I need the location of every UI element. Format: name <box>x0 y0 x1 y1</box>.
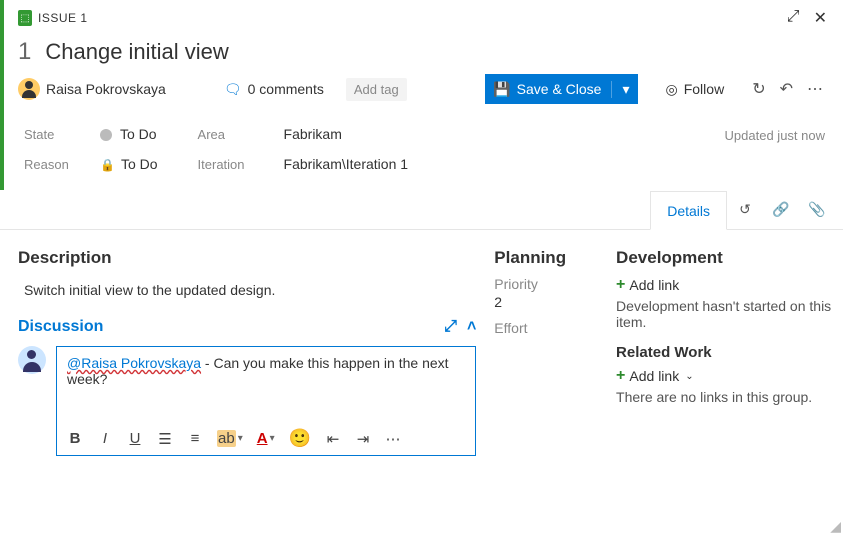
chevron-down-icon[interactable]: ▾ <box>611 81 629 98</box>
development-helper: Development hasn't started on this item. <box>616 298 833 330</box>
right-column: Development + Add link Development hasn'… <box>616 248 833 456</box>
comments-link[interactable]: 🗨 0 comments <box>224 81 324 98</box>
outdent-button[interactable]: ⇤ <box>325 430 341 448</box>
tab-attachments[interactable]: 📎 <box>799 190 835 229</box>
plus-icon: + <box>616 276 625 294</box>
follow-button[interactable]: ◎ Follow <box>656 81 735 98</box>
font-color-button[interactable]: A▾ <box>257 430 275 447</box>
follow-label: Follow <box>684 81 724 97</box>
left-column: Description Switch initial view to the u… <box>18 248 476 456</box>
reason-value[interactable]: 🔒To Do <box>100 156 158 172</box>
expand-discussion-icon[interactable]: ⤢ <box>444 318 457 336</box>
plus-icon: + <box>616 367 625 385</box>
numbered-list-button[interactable]: ≡ <box>187 430 203 447</box>
state-label: State <box>24 127 84 142</box>
issue-number: 1 <box>18 38 31 66</box>
close-icon[interactable]: ✕ <box>814 8 827 28</box>
refresh-icon[interactable]: ↻ <box>752 79 765 99</box>
header: ⬚ ISSUE 1 ⤢ ✕ 1 Change initial view Rais… <box>0 0 843 114</box>
discussion-heading: Discussion ⤢ ˄ <box>18 318 476 336</box>
avatar <box>18 78 40 100</box>
tab-history[interactable]: ↺ <box>727 190 763 229</box>
expand-icon[interactable]: ⤢ <box>787 8 800 28</box>
comment-avatar <box>18 346 46 374</box>
save-icon: 💾 <box>493 81 510 98</box>
chevron-down-icon: ⌄ <box>685 371 693 382</box>
editor-toolbar: B I U ☰ ≡ ab▾ A▾ 🙂 ⇤ ⇥ ⋯ <box>57 422 475 455</box>
page-title[interactable]: Change initial view <box>45 39 228 65</box>
meta-row: Raisa Pokrovskaya 🗨 0 comments Add tag 💾… <box>18 74 827 114</box>
comments-count: 0 comments <box>248 81 324 97</box>
tab-details[interactable]: Details <box>650 191 727 230</box>
attachment-icon: 📎 <box>808 201 825 218</box>
comment-editor[interactable]: @Raisa Pokrovskaya - Can you make this h… <box>56 346 476 456</box>
bullet-list-button[interactable]: ☰ <box>157 430 173 448</box>
effort-label: Effort <box>494 320 598 336</box>
fields-row: State To Do Reason 🔒To Do Area Fabrikam … <box>0 114 843 190</box>
assignee[interactable]: Raisa Pokrovskaya <box>18 78 166 100</box>
planning-heading: Planning <box>494 248 598 268</box>
collapse-discussion-icon[interactable]: ˄ <box>467 318 476 336</box>
related-helper: There are no links in this group. <box>616 389 833 405</box>
undo-icon[interactable]: ↶ <box>780 79 793 99</box>
assignee-name: Raisa Pokrovskaya <box>46 81 166 97</box>
tab-links[interactable]: 🔗 <box>763 190 799 229</box>
eye-icon: ◎ <box>666 81 678 98</box>
priority-label: Priority <box>494 276 598 292</box>
more-actions-icon[interactable]: ⋯ <box>807 79 823 99</box>
area-value[interactable]: Fabrikam <box>284 126 409 142</box>
state-value[interactable]: To Do <box>100 126 158 142</box>
iteration-value[interactable]: Fabrikam\Iteration 1 <box>284 156 409 172</box>
resize-grip-icon[interactable]: ◢ <box>830 518 841 535</box>
comment-body[interactable]: @Raisa Pokrovskaya - Can you make this h… <box>57 347 475 395</box>
link-icon: 🔗 <box>772 201 789 218</box>
underline-button[interactable]: U <box>127 430 143 447</box>
tabs-row: Details ↺ 🔗 📎 <box>0 190 843 230</box>
more-format-button[interactable]: ⋯ <box>385 430 401 448</box>
reason-label: Reason <box>24 157 84 172</box>
planning-column: Planning Priority 2 Effort <box>494 248 598 456</box>
bold-button[interactable]: B <box>67 430 83 447</box>
mention[interactable]: @Raisa Pokrovskaya <box>67 355 201 371</box>
breadcrumb[interactable]: ISSUE 1 <box>38 11 88 25</box>
add-tag-button[interactable]: Add tag <box>346 78 407 101</box>
priority-value[interactable]: 2 <box>494 294 598 310</box>
description-heading: Description <box>18 248 476 268</box>
save-and-close-button[interactable]: 💾 Save & Close ▾ <box>485 74 637 104</box>
updated-text: Updated just now <box>725 128 825 143</box>
iteration-label: Iteration <box>198 157 268 172</box>
emoji-button[interactable]: 🙂 <box>289 428 311 449</box>
description-body[interactable]: Switch initial view to the updated desig… <box>18 276 476 318</box>
italic-button[interactable]: I <box>97 430 113 447</box>
title-row: 1 Change initial view <box>18 28 827 74</box>
development-heading: Development <box>616 248 833 268</box>
add-dev-link-button[interactable]: + Add link <box>616 276 679 294</box>
history-icon: ↺ <box>739 201 751 218</box>
add-related-link-button[interactable]: + Add link ⌄ <box>616 367 694 385</box>
save-label: Save & Close <box>517 81 602 97</box>
crumb-row: ⬚ ISSUE 1 ⤢ ✕ <box>18 8 827 28</box>
area-label: Area <box>198 127 268 142</box>
content: Description Switch initial view to the u… <box>0 230 843 456</box>
comment-icon: 🗨 <box>224 81 242 98</box>
state-dot-icon <box>100 129 112 141</box>
lock-icon: 🔒 <box>100 158 115 172</box>
related-heading: Related Work <box>616 344 833 361</box>
indent-button[interactable]: ⇥ <box>355 430 371 448</box>
clear-format-button[interactable]: ab▾ <box>217 430 243 447</box>
issue-type-icon: ⬚ <box>18 10 32 26</box>
